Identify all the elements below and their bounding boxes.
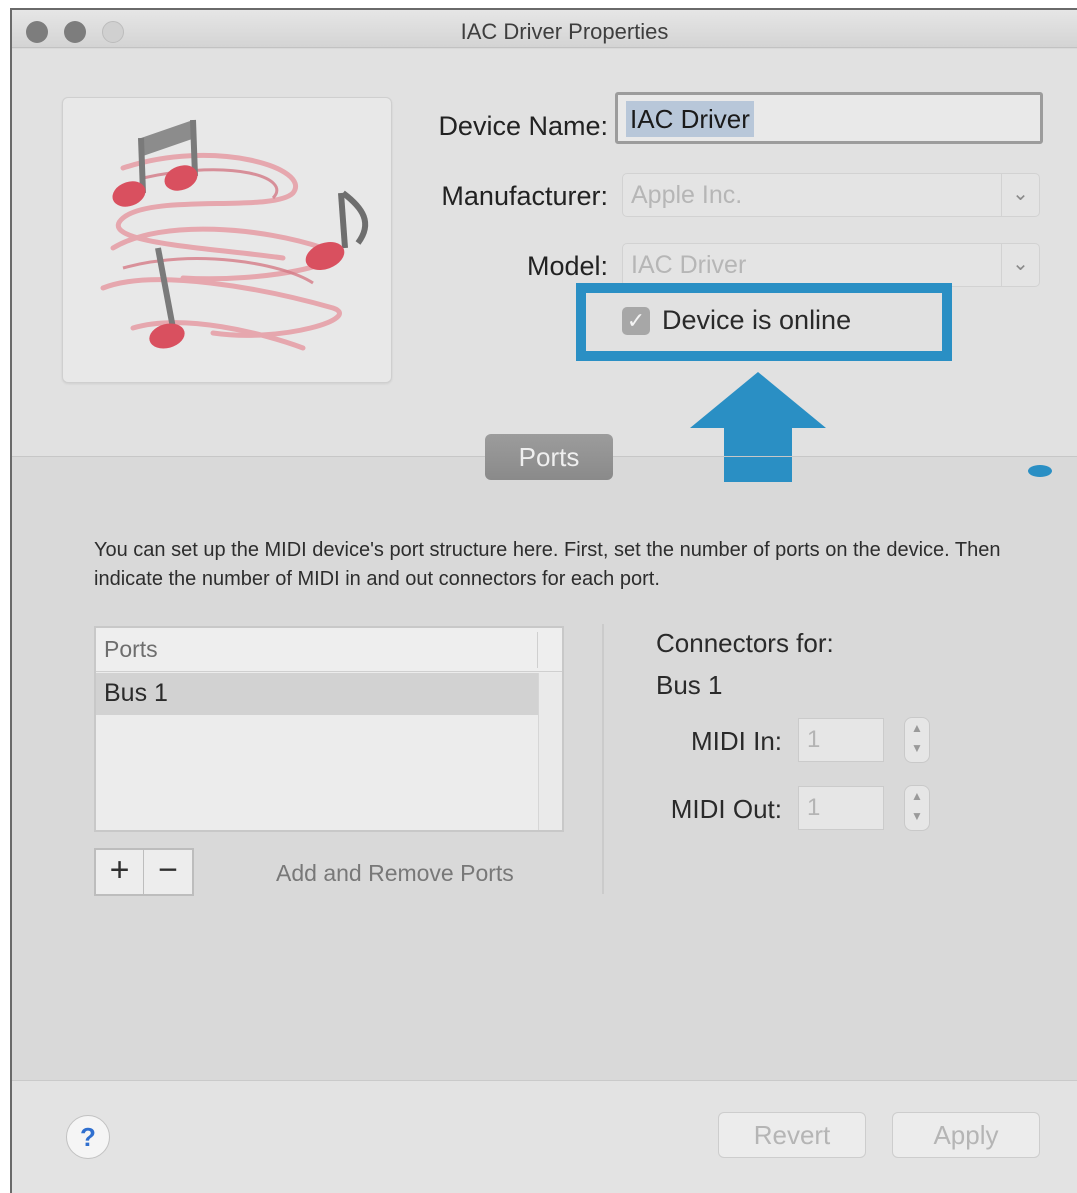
model-label: Model: (526, 251, 608, 281)
device-online-checkbox[interactable]: ✓ (622, 307, 650, 335)
manufacturer-value: Apple Inc. (631, 181, 743, 209)
add-remove-ports-label: Add and Remove Ports (276, 860, 514, 886)
chevron-down-icon: ⌄ (1001, 244, 1039, 286)
ports-column-header: Ports (104, 636, 158, 662)
device-icon-well (62, 97, 392, 383)
add-port-button[interactable]: + (96, 850, 144, 894)
apply-button[interactable]: Apply (892, 1112, 1040, 1158)
tab-ports[interactable]: Ports (485, 434, 613, 480)
selected-port-label: Bus 1 (656, 670, 723, 700)
model-value: IAC Driver (631, 251, 747, 279)
model-popup[interactable]: IAC Driver ⌄ (622, 243, 1040, 287)
midi-in-value: 1 (807, 726, 821, 753)
device-info-area: Device Name: IAC Driver Manufacturer: Ap… (12, 49, 1077, 456)
ports-table[interactable]: Ports Bus 1 (94, 626, 564, 832)
help-button[interactable]: ? (66, 1115, 110, 1159)
midi-out-field[interactable]: 1 (798, 786, 884, 830)
revert-button[interactable]: Revert (718, 1112, 866, 1158)
chevron-down-icon: ⌄ (1001, 174, 1039, 216)
midi-in-label: MIDI In: (690, 726, 782, 756)
midi-out-stepper[interactable]: ▲ ▼ (904, 785, 930, 831)
help-icon: ? (80, 1122, 96, 1152)
window-title: IAC Driver Properties (460, 19, 669, 44)
add-remove-control: + − (94, 848, 194, 896)
ports-table-header[interactable]: Ports (96, 628, 562, 672)
connectors-title: Connectors for: (656, 628, 834, 658)
manufacturer-label: Manufacturer: (441, 181, 608, 211)
up-arrow-icon (690, 372, 826, 482)
stepper-icon: ▲ ▼ (911, 721, 923, 755)
device-online-label: Device is online (662, 305, 852, 335)
checkmark-icon: ✓ (626, 308, 646, 333)
device-name-value: IAC Driver (626, 101, 754, 137)
table-row[interactable]: Bus 1 (96, 673, 540, 715)
properties-window: IAC Driver Properties Device Name: IAC D… (10, 8, 1077, 1193)
midi-out-label: MIDI Out: (670, 794, 782, 824)
ports-scrollbar[interactable] (538, 673, 562, 830)
annotation-dot (1028, 465, 1052, 477)
port-name: Bus 1 (104, 679, 168, 707)
midi-in-field[interactable]: 1 (798, 718, 884, 762)
manufacturer-popup[interactable]: Apple Inc. ⌄ (622, 173, 1040, 217)
ports-description: You can set up the MIDI device's port st… (94, 539, 1001, 590)
title-bar: IAC Driver Properties (12, 10, 1077, 48)
column-separator (537, 632, 538, 668)
device-name-field[interactable]: IAC Driver (615, 92, 1043, 144)
online-highlight-box: ✓ Device is online (576, 283, 952, 361)
stepper-icon: ▲ ▼ (911, 789, 923, 823)
pane-separator (602, 624, 604, 894)
remove-port-button[interactable]: − (144, 850, 192, 894)
midi-in-stepper[interactable]: ▲ ▼ (904, 717, 930, 763)
device-name-label: Device Name: (438, 111, 608, 141)
midi-out-value: 1 (807, 794, 821, 821)
music-notes-icon (100, 119, 369, 351)
